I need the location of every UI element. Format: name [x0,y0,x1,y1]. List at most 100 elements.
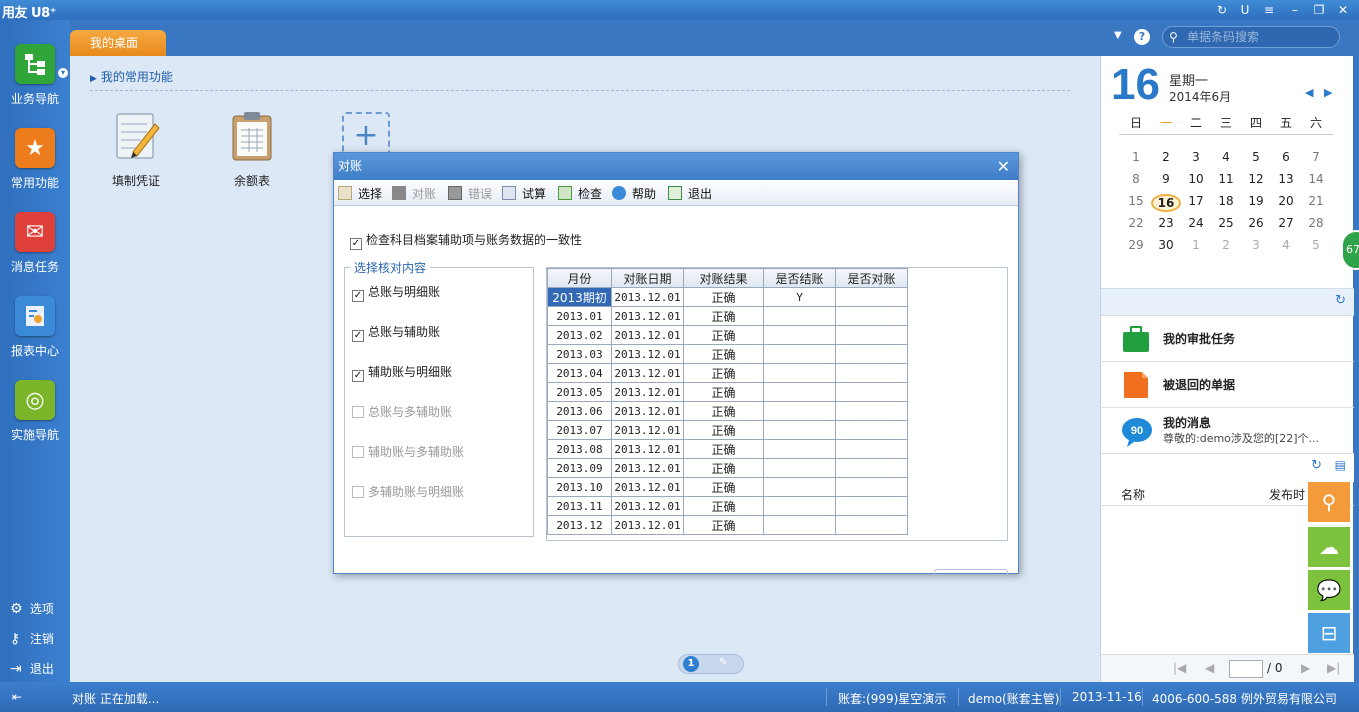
calendar-day-cell[interactable]: 3 [1241,238,1271,252]
table-cell[interactable]: 2013.12.01 [611,458,684,478]
table-cell[interactable] [763,363,836,383]
calendar-day-cell[interactable]: 5 [1301,238,1331,252]
calendar-day-cell[interactable]: 17 [1181,194,1211,212]
table-cell[interactable]: 2013.04 [547,363,612,383]
float-badge[interactable]: 67 [1341,230,1359,270]
table-cell[interactable] [835,515,908,535]
table-cell[interactable]: 2013.12.01 [611,515,684,535]
calendar-day-cell[interactable]: 10 [1181,172,1211,186]
table-cell[interactable] [763,344,836,364]
table-cell[interactable]: 正确 [683,401,764,421]
option-checkbox[interactable]: ✓ 辅助账与明细账 [352,363,452,382]
table-row[interactable]: 2013.10 2013.12.01 正确 [547,477,908,497]
calendar-day-cell[interactable]: 22 [1121,216,1151,230]
calendar-day-cell[interactable]: 29 [1121,238,1151,252]
table-cell[interactable]: Y [763,287,836,307]
calendar-day-cell[interactable]: 18 [1211,194,1241,212]
last-page-icon[interactable]: ▶| [1327,661,1340,675]
fav-voucher[interactable]: 填制凭证 [96,110,176,189]
task-approval[interactable]: 我的审批任务 [1101,316,1354,362]
task-returned[interactable]: 被退回的单据 [1101,362,1354,408]
table-cell[interactable] [763,439,836,459]
table-cell[interactable]: 2013.05 [547,382,612,402]
calendar-day-cell[interactable]: 25 [1211,216,1241,230]
nav-implementation[interactable]: ◎ 实施导航 [0,380,70,443]
task-messages[interactable]: 90 我的消息 尊敬的:demo涉及您的[22]个... [1101,408,1354,454]
calendar-day-cell[interactable]: 30 [1151,238,1181,252]
calendar-day-cell[interactable]: 2 [1211,238,1241,252]
calendar-day-cell[interactable]: 11 [1211,172,1241,186]
option-checkbox[interactable]: 多辅助账与明细账 [352,483,464,500]
calendar-day-cell[interactable]: 5 [1241,150,1271,164]
table-cell[interactable]: 2013.12.01 [611,306,684,326]
prev-month-icon[interactable]: ◀ [1305,86,1313,99]
first-page-icon[interactable]: |◀ [1173,661,1186,675]
table-cell[interactable]: 2013.12.01 [611,363,684,383]
calendar-day-cell[interactable]: 27 [1271,216,1301,230]
calendar-day-cell[interactable]: 1 [1121,150,1151,164]
table-cell[interactable] [835,287,908,307]
table-row[interactable]: 2013.09 2013.12.01 正确 [547,458,908,478]
column-header[interactable]: 对账结果 [683,268,764,288]
table-cell[interactable]: 正确 [683,420,764,440]
table-cell[interactable]: 2013.12.01 [611,401,684,421]
shield-icon[interactable]: U [1236,2,1254,18]
options-button[interactable]: ⚙ 选项 [10,600,54,617]
cloud-icon[interactable]: ☁ [1308,527,1350,567]
table-cell[interactable] [835,496,908,516]
calendar-day-cell[interactable]: 14 [1301,172,1331,186]
table-cell[interactable] [835,401,908,421]
consistency-checkbox[interactable]: ✓ 检查科目档案辅助项与账务数据的一致性 [350,231,582,250]
table-cell[interactable]: 2013.12.01 [611,382,684,402]
next-month-icon[interactable]: ▶ [1324,86,1332,99]
refresh-icon[interactable]: ↻ [1213,2,1231,18]
table-cell[interactable] [835,344,908,364]
check-button[interactable]: 检查 [558,185,602,202]
trial-button[interactable]: 试算 [502,185,546,202]
page-number-input[interactable] [1229,660,1263,678]
page-1-button[interactable]: 1 [683,656,699,672]
table-cell[interactable] [835,325,908,345]
fav-balance[interactable]: 余额表 [212,110,292,189]
option-checkbox[interactable]: ✓ 总账与辅助账 [352,323,440,342]
table-row[interactable]: 2013.12 2013.12.01 正确 [547,515,908,535]
table-cell[interactable] [763,382,836,402]
nav-business[interactable]: 业务导航 ▾ [0,44,70,107]
prev-page-icon[interactable]: ◀ [1205,661,1214,675]
table-row[interactable]: 2013.03 2013.12.01 正确 [547,344,908,364]
barcode-search-input[interactable]: ⚲ 单据条码搜索 [1162,26,1340,48]
calendar-day-cell[interactable]: 13 [1271,172,1301,186]
option-checkbox[interactable]: 辅助账与多辅助账 [352,443,464,460]
help-icon[interactable]: ? [1134,29,1150,45]
chat-icon[interactable]: 💬 [1308,570,1350,610]
logout-button[interactable]: ⚷ 注销 [10,630,54,647]
table-row[interactable]: 2013期初 2013.12.01 正确 Y [547,287,908,307]
table-cell[interactable] [835,458,908,478]
table-cell[interactable]: 2013.01 [547,306,612,326]
table-cell[interactable]: 2013.11 [547,496,612,516]
table-cell[interactable] [835,477,908,497]
table-cell[interactable] [835,382,908,402]
table-row[interactable]: 2013.02 2013.12.01 正确 [547,325,908,345]
table-cell[interactable]: 正确 [683,515,764,535]
calendar-day-cell[interactable]: 8 [1121,172,1151,186]
table-cell[interactable]: 2013.12.01 [611,439,684,459]
table-cell[interactable]: 2013.12.01 [611,496,684,516]
table-cell[interactable]: 2013期初 [547,287,612,307]
calendar-day-cell[interactable]: 19 [1241,194,1271,212]
table-row[interactable]: 2013.05 2013.12.01 正确 [547,382,908,402]
select-button[interactable]: 选择 [338,185,382,202]
column-header[interactable]: 月份 [547,268,612,288]
collapse-icon[interactable]: ⇤ [12,690,22,704]
nav-reports[interactable]: 报表中心 [0,296,70,359]
favorites-heading[interactable]: ▶ 我的常用功能 [90,68,173,85]
exit-button[interactable]: 退出 [668,185,712,202]
table-cell[interactable]: 2013.12.01 [611,287,684,307]
calendar-day-cell[interactable]: 4 [1211,150,1241,164]
table-cell[interactable]: 正确 [683,306,764,326]
table-cell[interactable]: 正确 [683,363,764,383]
column-header[interactable]: 是否结账 [763,268,836,288]
refresh-icon[interactable]: ↻ [1335,293,1346,308]
column-header[interactable]: 是否对账 [835,268,908,288]
table-cell[interactable]: 正确 [683,458,764,478]
